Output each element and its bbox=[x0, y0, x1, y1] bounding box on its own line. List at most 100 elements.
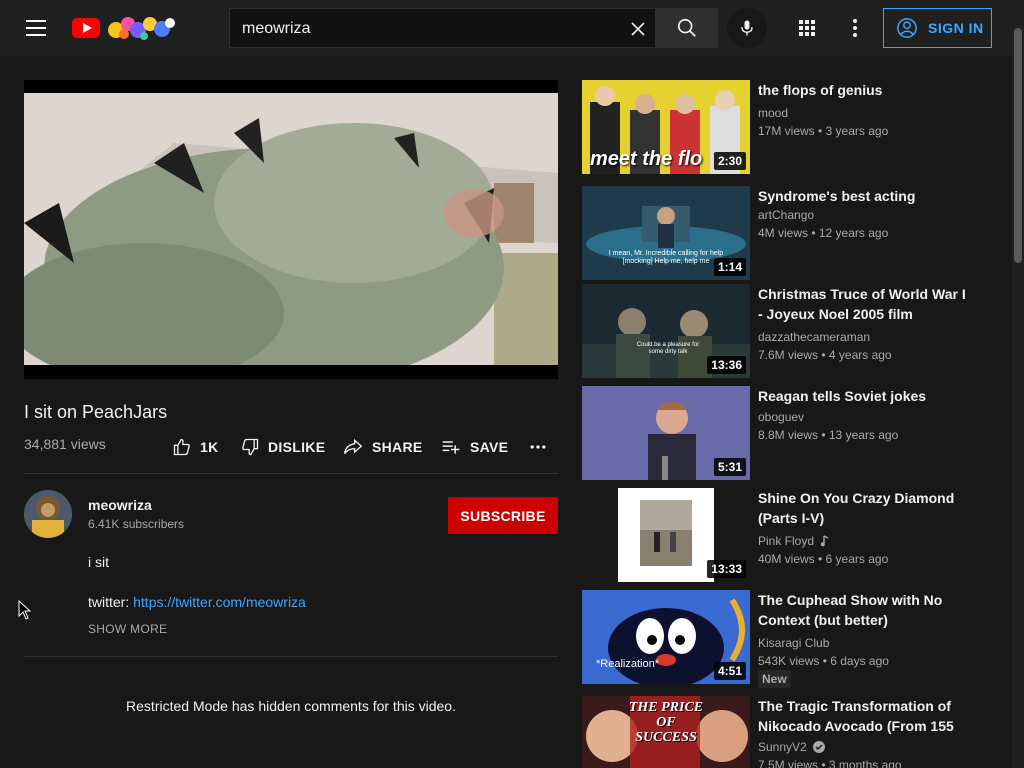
recommendation-meta: 543K views • 6 days ago bbox=[758, 654, 889, 668]
menu-icon[interactable] bbox=[24, 16, 48, 40]
thumbnail-caption: meet the flo bbox=[590, 148, 703, 170]
subscribe-button[interactable]: SUBSCRIBE bbox=[448, 497, 558, 534]
new-badge: New bbox=[758, 670, 791, 688]
channel-name[interactable]: meowriza bbox=[88, 497, 152, 513]
recommendation-item[interactable]: THE PRICE OF SUCCESS The Tragic Transfor… bbox=[582, 696, 982, 768]
channel-name-text: Pink Floyd bbox=[758, 534, 815, 548]
video-player[interactable] bbox=[24, 80, 558, 379]
recommendation-meta: 7.5M views • 3 months ago bbox=[758, 758, 902, 768]
view-count: 34,881 views bbox=[24, 436, 106, 452]
channel-name-text: mood bbox=[758, 106, 789, 120]
top-bar: SIGN IN bbox=[0, 0, 1012, 56]
scrollbar-thumb[interactable] bbox=[1014, 28, 1022, 263]
channel-name-text: oboguev bbox=[758, 410, 805, 424]
page-scrollbar[interactable] bbox=[1012, 0, 1024, 768]
description-twitter: twitter: https://twitter.com/meowriza bbox=[88, 594, 306, 610]
like-button[interactable]: 1K bbox=[172, 436, 219, 458]
thumbs-up-icon bbox=[173, 438, 190, 456]
video-title: I sit on PeachJars bbox=[24, 402, 168, 422]
search-icon bbox=[677, 18, 696, 37]
clear-search-icon[interactable] bbox=[626, 17, 650, 41]
recommendation-item[interactable]: 5:31 Reagan tells Soviet jokes oboguev 8… bbox=[582, 386, 982, 480]
recommendation-item[interactable]: meet the flo 2:30 the flops of genius mo… bbox=[582, 80, 982, 174]
duration-badge: 1:14 bbox=[713, 258, 746, 276]
search-box bbox=[229, 8, 656, 48]
voice-search-button[interactable] bbox=[727, 8, 767, 48]
channel-name-text: dazzathecameraman bbox=[758, 330, 871, 344]
share-button[interactable]: SHARE bbox=[342, 436, 423, 458]
search-input[interactable] bbox=[242, 18, 602, 40]
thumbnail-caption: THE PRICE OF SUCCESS bbox=[628, 700, 704, 745]
recommendation-item[interactable]: Could be a pleasure for some dirty talk … bbox=[582, 284, 982, 378]
like-count: 1K bbox=[200, 439, 219, 455]
recommendation-channel: SunnyV2 bbox=[758, 740, 825, 754]
video-thumbnail[interactable]: 13:33 bbox=[582, 488, 750, 582]
thumbs-down-icon bbox=[242, 438, 259, 456]
share-icon bbox=[344, 438, 363, 455]
save-button[interactable]: SAVE bbox=[440, 436, 508, 458]
thumbnail-caption: *Realization* bbox=[596, 658, 659, 670]
duration-badge: 2:30 bbox=[713, 152, 746, 170]
recommendation-meta: 8.8M views • 13 years ago bbox=[758, 428, 899, 442]
recommendation-title[interactable]: the flops of genius bbox=[758, 80, 968, 100]
twitter-label: twitter: bbox=[88, 594, 134, 610]
video-thumbnail[interactable]: *Realization* 4:51 bbox=[582, 590, 750, 684]
thumbnail-subtitle: Could be a pleasure for some dirty talk bbox=[636, 342, 700, 355]
channel-name-text: artChango bbox=[758, 208, 815, 222]
restricted-mode-notice: Restricted Mode has hidden comments for … bbox=[126, 698, 456, 714]
subscriber-count: 6.41K subscribers bbox=[88, 517, 185, 531]
duration-badge: 13:33 bbox=[707, 560, 746, 578]
recommendation-channel: oboguev bbox=[758, 410, 804, 424]
recommendation-channel: Pink Floyd bbox=[758, 534, 830, 548]
recommendation-item[interactable]: I mean, Mr. Incredible calling for help … bbox=[582, 186, 982, 280]
search-button[interactable] bbox=[656, 8, 718, 48]
recommendation-meta: 4M views • 12 years ago bbox=[758, 226, 889, 240]
playlist-add-icon bbox=[442, 441, 460, 454]
recommendation-title[interactable]: The Tragic Transformation of Nikocado Av… bbox=[758, 696, 968, 736]
account-icon bbox=[897, 18, 917, 38]
more-actions-icon[interactable] bbox=[528, 436, 548, 458]
duration-badge: 5:31 bbox=[713, 458, 746, 476]
dislike-button[interactable]: DISLIKE bbox=[240, 436, 325, 458]
share-label: SHARE bbox=[372, 439, 423, 455]
mouse-cursor-icon bbox=[18, 600, 32, 620]
recommendation-meta: 7.6M views • 4 years ago bbox=[758, 348, 892, 362]
recommendation-title[interactable]: The Cuphead Show with No Context (but be… bbox=[758, 590, 968, 630]
divider bbox=[24, 473, 558, 474]
recommendation-title[interactable]: Reagan tells Soviet jokes bbox=[758, 386, 968, 406]
recommendation-channel: dazzathecameraman bbox=[758, 330, 870, 344]
video-thumbnail[interactable]: meet the flo 2:30 bbox=[582, 80, 750, 174]
recommendation-meta: 40M views • 6 years ago bbox=[758, 552, 889, 566]
save-label: SAVE bbox=[470, 439, 509, 455]
divider bbox=[24, 656, 558, 657]
music-note-icon bbox=[820, 535, 829, 547]
recommendation-item[interactable]: *Realization* 4:51 The Cuphead Show with… bbox=[582, 590, 982, 688]
recommendation-title[interactable]: Syndrome's best acting bbox=[758, 186, 968, 206]
recommendation-title[interactable]: Shine On You Crazy Diamond (Parts I-V) bbox=[758, 488, 968, 528]
recommendation-channel: artChango bbox=[758, 208, 814, 222]
recommendation-item[interactable]: 13:33 Shine On You Crazy Diamond (Parts … bbox=[582, 488, 982, 582]
duration-badge: 4:51 bbox=[713, 662, 746, 680]
video-thumbnail[interactable]: 5:31 bbox=[582, 386, 750, 480]
video-thumbnail[interactable]: Could be a pleasure for some dirty talk … bbox=[582, 284, 750, 378]
sign-in-label: SIGN IN bbox=[928, 20, 984, 36]
show-more-button[interactable]: SHOW MORE bbox=[88, 622, 167, 636]
video-frame bbox=[24, 93, 558, 365]
apps-grid-icon[interactable] bbox=[795, 16, 819, 40]
duration-badge: 13:36 bbox=[707, 356, 746, 374]
sign-in-button[interactable]: SIGN IN bbox=[883, 8, 992, 48]
channel-name-text: SunnyV2 bbox=[758, 740, 807, 754]
video-thumbnail[interactable]: I mean, Mr. Incredible calling for help … bbox=[582, 186, 750, 280]
channel-name-text: Kisaragi Club bbox=[758, 636, 830, 650]
youtube-logo[interactable] bbox=[72, 14, 182, 42]
recommendation-title[interactable]: Christmas Truce of World War I - Joyeux … bbox=[758, 284, 968, 324]
dislike-label: DISLIKE bbox=[268, 439, 326, 455]
twitter-link[interactable]: https://twitter.com/meowriza bbox=[133, 594, 306, 610]
thumbnail-subtitle: I mean, Mr. Incredible calling for help … bbox=[608, 250, 724, 265]
description-text: i sit bbox=[88, 554, 109, 570]
channel-avatar[interactable] bbox=[24, 490, 72, 538]
recommendation-meta: 17M views • 3 years ago bbox=[758, 124, 889, 138]
verified-check-icon bbox=[812, 741, 825, 753]
more-vertical-icon[interactable] bbox=[843, 16, 867, 40]
video-thumbnail[interactable]: THE PRICE OF SUCCESS bbox=[582, 696, 750, 768]
